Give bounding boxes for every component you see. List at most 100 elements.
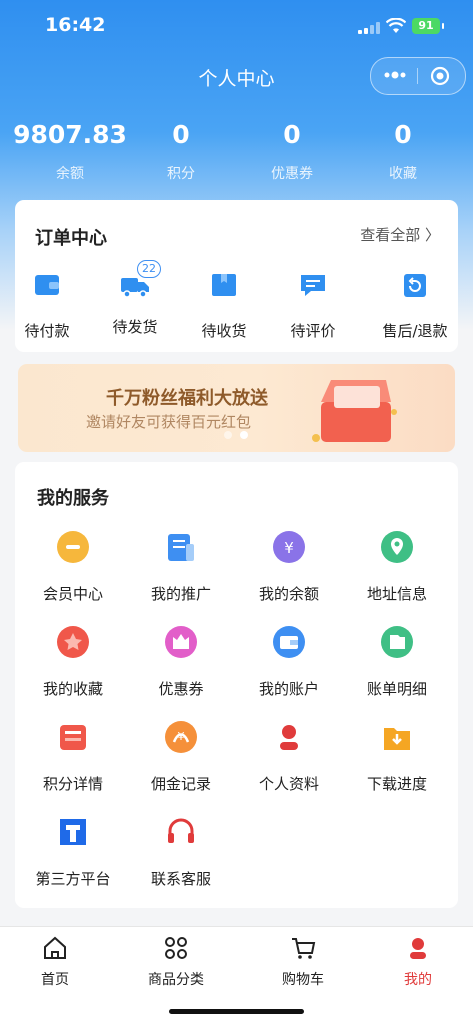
carousel-dot[interactable] xyxy=(224,431,232,439)
service-account[interactable]: 我的账户 xyxy=(234,625,344,699)
order-center-title: 订单中心 xyxy=(35,228,107,249)
service-label: 联系客服 xyxy=(150,870,211,888)
banner-title: 千万粉丝福利大放送 xyxy=(106,388,268,409)
service-label: 我的收藏 xyxy=(42,680,103,698)
more-icon[interactable] xyxy=(381,66,409,84)
third-party-icon xyxy=(60,819,86,845)
service-promotion[interactable]: 我的推广 xyxy=(126,530,236,604)
home-indicator xyxy=(169,1009,304,1014)
order-pending-receipt[interactable]: 待收货 xyxy=(180,270,268,341)
service-member-center[interactable]: 会员中心 xyxy=(18,530,128,604)
order-pending-payment[interactable]: 待付款 xyxy=(3,270,91,341)
svg-text:¥: ¥ xyxy=(284,539,294,557)
stat-value: 0 xyxy=(172,120,190,149)
truck-icon-wrap: 22 xyxy=(120,260,161,300)
account-icon xyxy=(273,626,305,658)
promo-banner[interactable]: 千万粉丝福利大放送 邀请好友可获得百元红包 xyxy=(18,364,455,452)
service-label: 积分详情 xyxy=(42,775,103,793)
order-item-label: 待付款 xyxy=(24,322,70,340)
stat-coupons[interactable]: 0 优惠券 xyxy=(232,120,352,183)
home-icon xyxy=(44,936,66,959)
box-icon xyxy=(212,274,236,296)
service-download[interactable]: 下载进度 xyxy=(342,720,452,794)
tab-label: 购物车 xyxy=(282,972,324,988)
service-profile[interactable]: 个人资料 xyxy=(234,720,344,794)
service-label: 我的余额 xyxy=(258,585,319,603)
stat-favorites[interactable]: 0 收藏 xyxy=(343,120,463,183)
promotion-icon xyxy=(168,534,194,561)
tab-label: 我的 xyxy=(404,972,432,988)
bill-icon xyxy=(381,626,413,658)
service-label: 我的推广 xyxy=(150,585,211,603)
service-label: 地址信息 xyxy=(366,585,427,603)
service-label: 佣金记录 xyxy=(150,775,211,793)
service-balance[interactable]: ¥ 我的余额 xyxy=(234,530,344,604)
view-all-orders-link[interactable]: 查看全部 〉 xyxy=(360,224,440,245)
tab-mine[interactable]: 我的 xyxy=(363,935,473,989)
cart-icon xyxy=(292,938,316,959)
location-icon xyxy=(381,531,413,563)
mini-program-capsule[interactable] xyxy=(370,57,466,95)
tab-home[interactable]: 首页 xyxy=(0,935,110,989)
service-label: 个人资料 xyxy=(258,775,319,793)
order-item-label: 待发货 xyxy=(112,318,158,336)
order-item-label: 待评价 xyxy=(290,322,336,340)
status-time: 16:42 xyxy=(45,14,106,36)
member-icon xyxy=(57,531,89,563)
signal-icon xyxy=(358,22,380,34)
tab-cart[interactable]: 购物车 xyxy=(248,935,358,989)
gift-box-image xyxy=(312,380,397,442)
stat-label: 积分 xyxy=(167,166,195,182)
svg-text:¥: ¥ xyxy=(178,730,185,743)
service-customer-support[interactable]: 联系客服 xyxy=(126,815,236,889)
service-commission[interactable]: ¥ 佣金记录 xyxy=(126,720,236,794)
tab-label: 商品分类 xyxy=(148,972,204,988)
headset-icon xyxy=(168,818,194,843)
service-address[interactable]: 地址信息 xyxy=(342,530,452,604)
stat-value: 0 xyxy=(394,120,412,149)
service-points[interactable]: 积分详情 xyxy=(18,720,128,794)
service-label: 账单明细 xyxy=(366,680,427,698)
order-item-label: 待收货 xyxy=(201,322,247,340)
download-icon xyxy=(384,728,410,750)
stat-value: 0 xyxy=(283,120,301,149)
wallet-icon xyxy=(35,275,59,295)
service-label: 优惠券 xyxy=(158,680,204,698)
stat-points[interactable]: 0 积分 xyxy=(121,120,241,183)
balance-icon: ¥ xyxy=(273,531,305,563)
points-icon xyxy=(60,725,86,750)
wifi-icon xyxy=(386,18,406,33)
my-services-card: 我的服务 会员中心 我的推广 ¥ 我的余额 地址信息 我的收藏 优惠券 我的账户… xyxy=(15,462,458,908)
stat-label: 余额 xyxy=(56,166,84,182)
service-label: 会员中心 xyxy=(42,585,103,603)
service-label: 第三方平台 xyxy=(35,870,111,888)
commission-icon: ¥ xyxy=(165,721,197,753)
close-target-icon[interactable] xyxy=(429,65,451,87)
tab-category[interactable]: 商品分类 xyxy=(121,935,231,989)
stat-balance[interactable]: 9807.83 余额 xyxy=(10,120,130,183)
return-icon xyxy=(404,274,426,297)
order-pending-shipment[interactable]: 22 待发货 xyxy=(91,260,179,337)
service-third-party[interactable]: 第三方平台 xyxy=(18,815,128,889)
order-center-card: 订单中心 查看全部 〉 待付款 22 待发货 待收货 待评价 售后/退款 xyxy=(15,200,458,352)
service-coupons[interactable]: 优惠券 xyxy=(126,625,236,699)
profile-icon xyxy=(280,725,298,750)
category-icon xyxy=(165,937,187,959)
stat-label: 优惠券 xyxy=(271,166,313,182)
order-pending-review[interactable]: 待评价 xyxy=(269,270,357,341)
status-bar: 16:42 91 xyxy=(0,0,473,52)
banner-subtitle: 邀请好友可获得百元红包 xyxy=(86,413,252,431)
battery-indicator: 91 xyxy=(412,18,444,34)
order-item-label: 售后/退款 xyxy=(382,322,448,340)
tab-label: 首页 xyxy=(41,972,69,988)
service-bill[interactable]: 账单明细 xyxy=(342,625,452,699)
order-after-sales[interactable]: 售后/退款 xyxy=(365,270,465,341)
stat-label: 收藏 xyxy=(389,166,417,182)
services-title: 我的服务 xyxy=(37,488,109,509)
user-icon xyxy=(410,938,426,959)
carousel-dot-active[interactable] xyxy=(240,431,248,439)
favorite-icon xyxy=(57,626,89,658)
service-favorites[interactable]: 我的收藏 xyxy=(18,625,128,699)
service-label: 我的账户 xyxy=(258,680,319,698)
capsule-divider xyxy=(417,68,418,84)
